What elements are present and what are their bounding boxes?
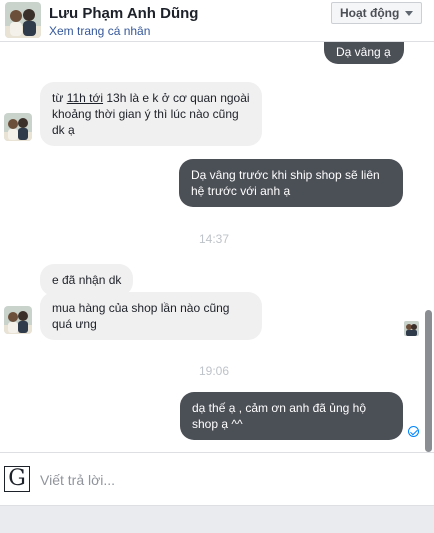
chevron-down-icon	[405, 11, 413, 16]
g-icon[interactable]: G	[4, 466, 30, 492]
status-dropdown-label: Hoạt động	[340, 6, 400, 20]
timestamp: 19:06	[198, 364, 230, 378]
incoming-message: từ 11h tới 13h là e k ở cơ quan ngoài kh…	[40, 82, 262, 146]
message-text: từ	[52, 91, 67, 105]
seen-avatar-icon	[404, 321, 419, 336]
scrollbar-thumb[interactable]	[425, 310, 432, 452]
contact-avatar[interactable]	[5, 2, 41, 38]
status-dropdown[interactable]: Hoạt động	[331, 2, 422, 24]
outgoing-message: dạ thế ạ , cảm ơn anh đã ủng hộ shop ạ ^…	[180, 392, 403, 440]
message-thread[interactable]: Dạ vâng ạ từ 11h tới 13h là e k ở cơ qua…	[0, 42, 434, 452]
outgoing-message-partial: Dạ vâng ạ	[324, 42, 404, 64]
chat-header: Lưu Phạm Anh Dũng Xem trang cá nhân Hoạt…	[0, 0, 434, 42]
view-profile-link[interactable]: Xem trang cá nhân	[49, 24, 150, 38]
incoming-message: mua hàng của shop lần nào cũng quá ưng	[40, 292, 262, 340]
message-link[interactable]: 11h tới	[67, 91, 103, 105]
sent-check-icon	[408, 426, 419, 437]
outgoing-message: Dạ vâng trước khi ship shop sẽ liên hệ t…	[179, 159, 403, 207]
reply-composer: G	[0, 452, 434, 505]
footer-bar	[0, 505, 434, 533]
timestamp: 14:37	[198, 232, 230, 246]
contact-avatar-small	[4, 306, 32, 334]
contact-name[interactable]: Lưu Phạm Anh Dũng	[49, 5, 198, 22]
contact-avatar-small	[4, 113, 32, 141]
reply-input[interactable]	[40, 469, 410, 491]
